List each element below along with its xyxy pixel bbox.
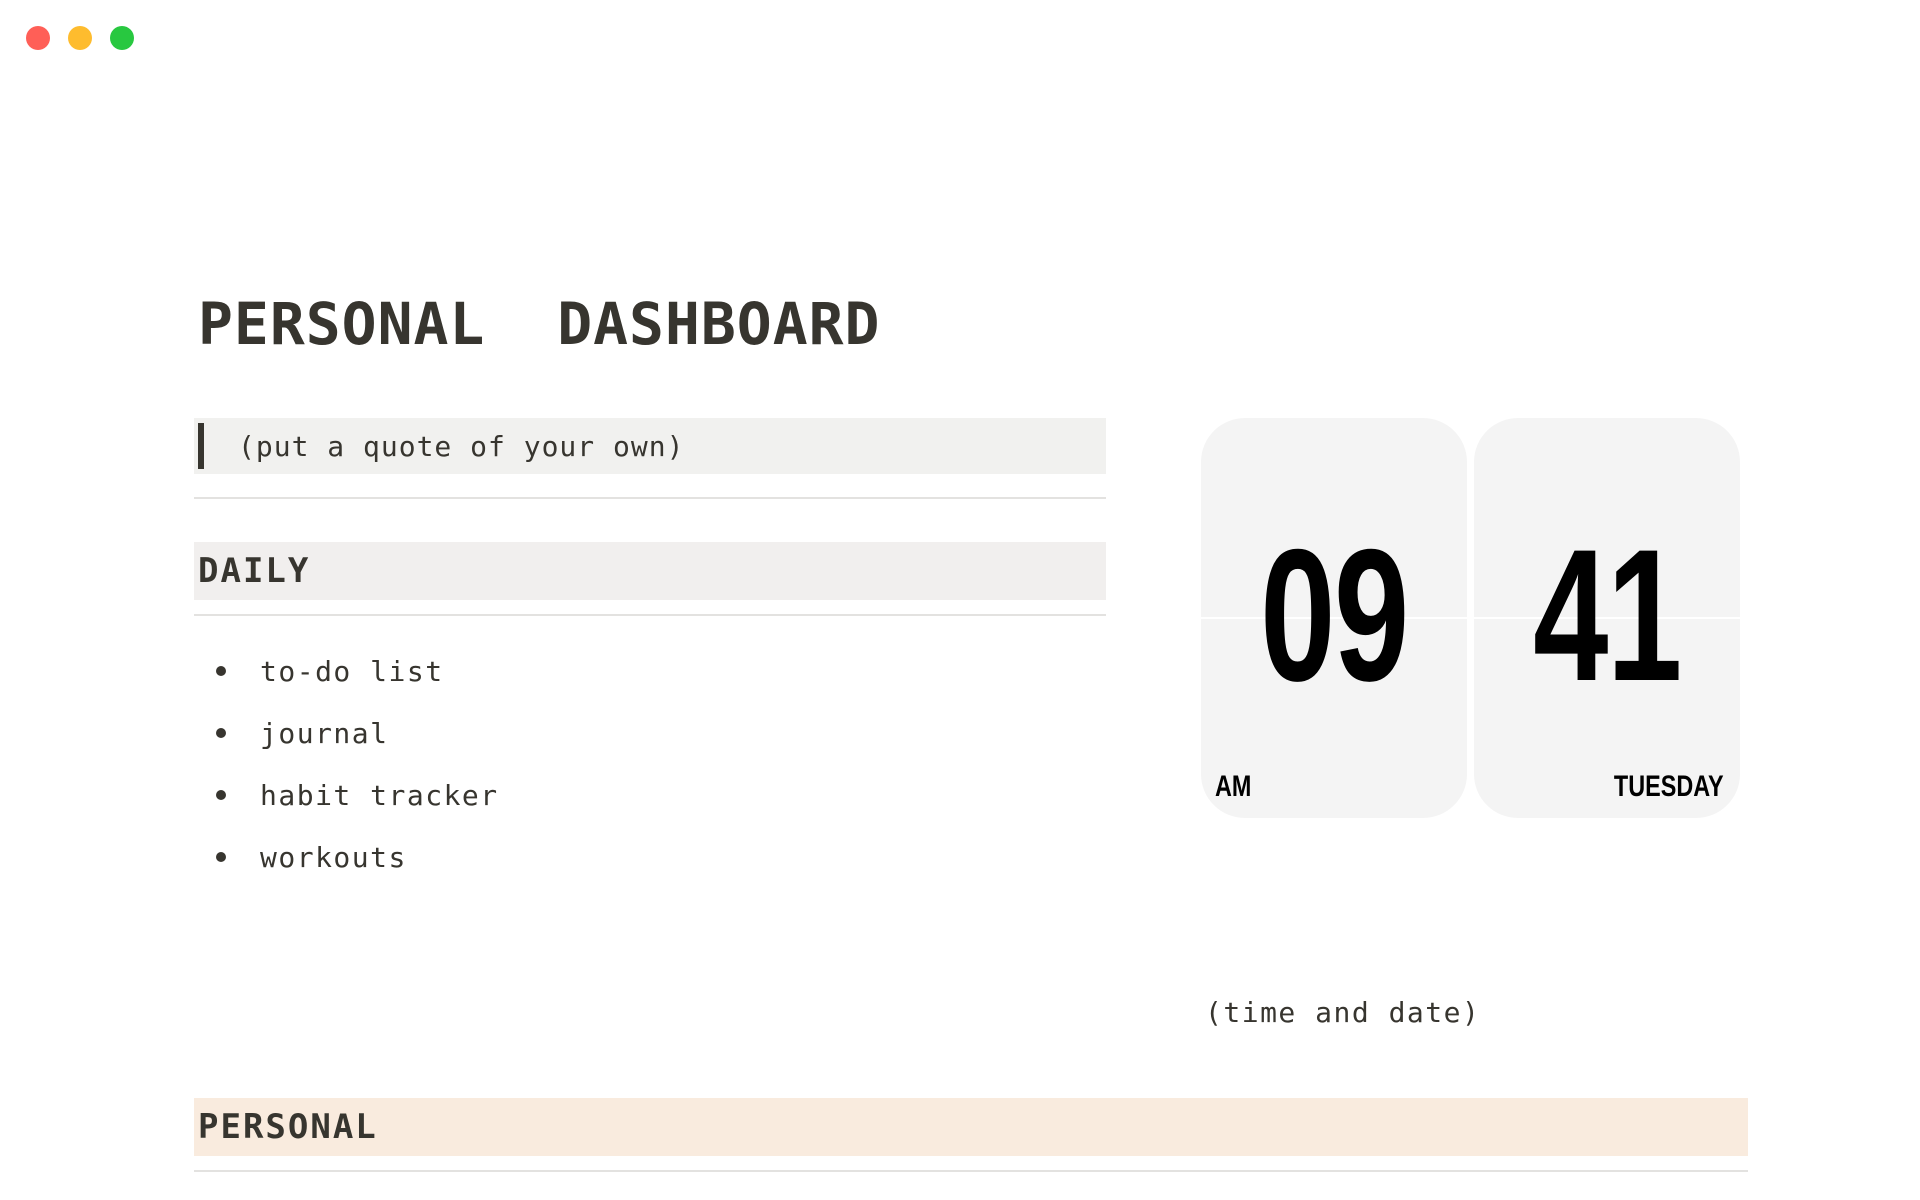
- page-title: PERSONAL DASHBOARD: [198, 290, 881, 358]
- personal-heading-label: PERSONAL: [198, 1107, 378, 1147]
- divider: [194, 497, 1106, 499]
- divider: [194, 1170, 1748, 1172]
- list-item-label: workouts: [260, 840, 407, 874]
- bullet-icon: [216, 852, 226, 862]
- daily-heading[interactable]: DAILY: [194, 542, 1106, 600]
- quote-text: (put a quote of your own): [238, 429, 685, 463]
- daily-heading-label: DAILY: [198, 551, 311, 591]
- quote-bar: [198, 423, 204, 469]
- clock-hours: 09: [1260, 510, 1409, 720]
- divider: [194, 614, 1106, 616]
- list-item[interactable]: habit tracker: [210, 764, 499, 826]
- clock-caption: (time and date): [1205, 996, 1481, 1029]
- personal-heading[interactable]: PERSONAL: [194, 1098, 1748, 1156]
- bullet-icon: [216, 728, 226, 738]
- daily-list: to-do list journal habit tracker workout…: [210, 640, 499, 888]
- bullet-icon: [216, 666, 226, 676]
- clock-day: TUESDAY: [1614, 770, 1724, 803]
- clock-period: AM: [1215, 770, 1252, 803]
- clock-minutes: 41: [1533, 510, 1682, 720]
- clock-hours-card: 09 AM: [1201, 418, 1467, 818]
- close-window-button[interactable]: [26, 26, 50, 50]
- list-item-label: to-do list: [260, 654, 444, 688]
- window-controls: [26, 26, 134, 50]
- list-item-label: journal: [260, 716, 389, 750]
- list-item[interactable]: journal: [210, 702, 499, 764]
- list-item[interactable]: to-do list: [210, 640, 499, 702]
- maximize-window-button[interactable]: [110, 26, 134, 50]
- minimize-window-button[interactable]: [68, 26, 92, 50]
- bullet-icon: [216, 790, 226, 800]
- clock-minutes-card: 41 TUESDAY: [1474, 418, 1740, 818]
- list-item[interactable]: workouts: [210, 826, 499, 888]
- quote-block[interactable]: (put a quote of your own): [194, 418, 1106, 474]
- list-item-label: habit tracker: [260, 778, 499, 812]
